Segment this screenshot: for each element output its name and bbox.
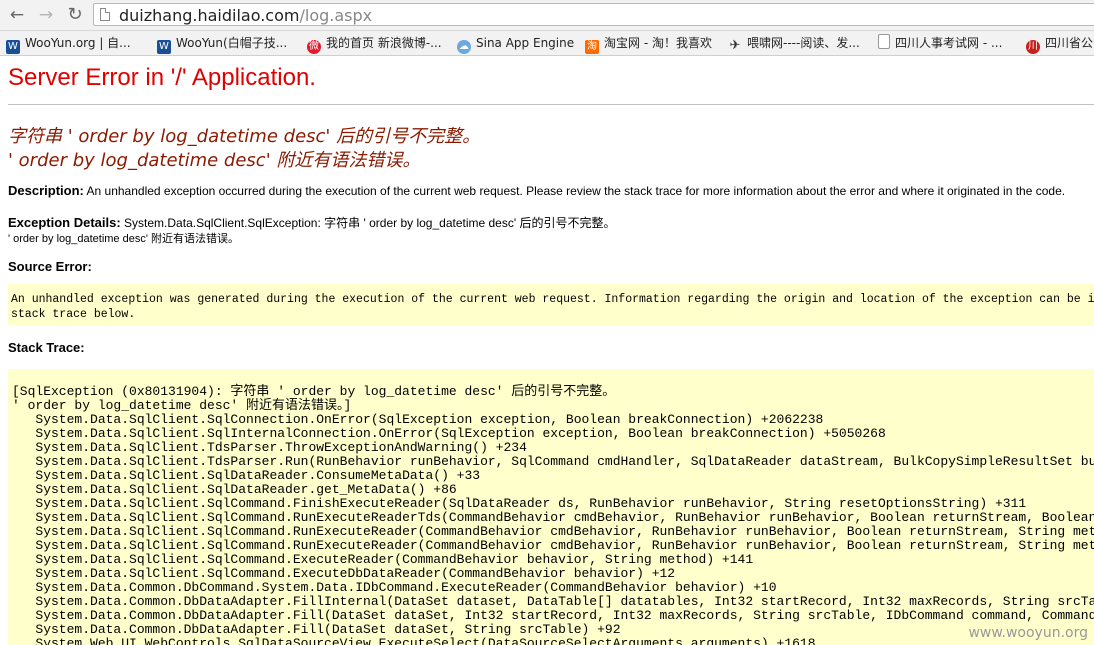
bookmark-label: WooYun(白帽子技... [176,36,288,50]
page-icon [100,8,110,21]
stack-trace-text: [SqlException (0x80131904): 字符串 ' order … [12,384,1094,645]
page-content: Server Error in '/' Application. 字符串 ' o… [0,56,1094,645]
address-bar[interactable]: duizhang.haidilao.com/log.aspx [93,3,1094,26]
bookmark-label: 四川人事考试网 - ... [895,36,1003,50]
error-message-line2: ' order by log_datetime desc' 附近有语法错误。 [8,150,421,171]
url-host: duizhang.haidilao.com [119,6,300,25]
source-error-text: An unhandled exception was generated dur… [11,293,1094,321]
bookmark-label: 淘宝网 - 淘！我喜欢 [604,36,712,50]
stack-trace-box: [SqlException (0x80131904): 字符串 ' order … [8,369,1094,645]
bookmark-sae[interactable]: ☁ Sina App Engine [457,34,575,54]
bookmarks-bar: W WooYun.org | 自... W WooYun(白帽子技... 微我的首页… [0,31,1094,56]
exception-details: Exception Details: System.Data.SqlClient… [8,214,615,231]
reload-icon[interactable]: ↻ [64,4,86,26]
divider [8,104,1094,105]
bookmark-bird[interactable]: ✈ 喂啸网----阅读、发... [728,34,860,53]
url-text[interactable]: duizhang.haidilao.com/log.aspx [119,6,372,25]
source-error: Source Error: [8,259,92,274]
wooyun-icon: W [6,40,20,54]
bookmark-weibo[interactable]: 微我的首页 新浪微博-... [307,34,442,54]
source-error-label: Source Error: [8,259,92,274]
stack-trace-label: Stack Trace: [8,340,85,355]
exception-text: System.Data.SqlClient.SqlException: 字符串 … [124,216,616,230]
back-arrow-icon[interactable]: ← [6,4,28,26]
error-message-line1: 字符串 ' order by log_datetime desc' 后的引号不完… [8,126,481,147]
bookmark-wooyun-2[interactable]: W WooYun(白帽子技... [157,34,288,54]
forward-arrow-icon[interactable]: → [35,4,57,26]
description: Description: An unhandled exception occu… [8,183,1065,198]
description-text: An unhandled exception occurred during t… [86,184,1066,198]
description-label: Description: [8,183,84,198]
bird-icon: ✈ [729,38,741,53]
watermark: www.wooyun.org [968,625,1088,641]
source-error-box: An unhandled exception was generated dur… [8,284,1094,326]
bookmark-label: 喂啸网----阅读、发... [747,36,860,50]
url-path: /log.aspx [299,6,373,25]
bookmark-exam[interactable]: 四川人事考试网 - ... [878,34,1002,52]
taobao-icon: 淘 [585,40,599,54]
bookmark-taobao[interactable]: 淘淘宝网 - 淘！我喜欢 [585,34,712,54]
exception-text-line2: ' order by log_datetime desc' 附近有语法错误。 [8,233,239,245]
bookmark-gov[interactable]: 川四川省公 [1026,34,1094,54]
sae-icon: ☁ [457,40,471,54]
bookmark-label: 四川省公 [1045,36,1094,50]
page-title: Server Error in '/' Application. [8,64,316,91]
bookmark-label: Sina App Engine [476,36,575,50]
bookmark-label: 我的首页 新浪微博-... [326,36,442,50]
bookmark-wooyun-1[interactable]: W WooYun.org | 自... [6,34,131,54]
stack-trace: Stack Trace: [8,340,85,355]
page-icon [878,34,890,49]
bookmark-label: WooYun.org | 自... [25,36,131,50]
weibo-icon: 微 [307,40,321,54]
wooyun-icon: W [157,40,171,54]
gov-icon: 川 [1026,40,1040,54]
browser-toolbar: ← → ↻ duizhang.haidilao.com/log.aspx [0,0,1094,31]
exception-label: Exception Details: [8,215,121,230]
